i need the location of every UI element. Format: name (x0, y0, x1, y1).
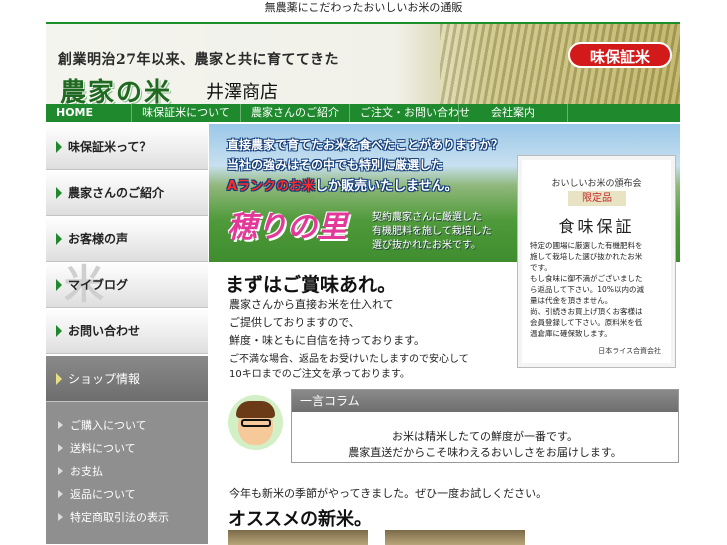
submenu-item-purchase[interactable]: ご購入について (46, 414, 208, 437)
recommend-title: オススメの新米。 (228, 509, 372, 530)
triangle-icon (58, 421, 63, 429)
limited-label: 限定品 (568, 191, 626, 206)
intro-paragraph: 10キロまでのご注文を承っております。 (229, 369, 410, 380)
sidebar-item-farmers[interactable]: 農家さんのご紹介 (46, 170, 208, 216)
nav-company[interactable]: 会社案内 (459, 104, 568, 122)
certificate-issuer: 日本ライス合資会社 (598, 347, 661, 355)
avatar-glasses (241, 419, 271, 427)
submenu-label: 送料について (70, 442, 136, 455)
hero-line-1: 直接農家で育てたお米を食べたことがありますか？ (227, 138, 504, 152)
arrow-icon (56, 233, 62, 245)
triangle-icon (58, 467, 63, 475)
submenu-item-shipping[interactable]: 送料について (46, 437, 208, 460)
certificate-line: 尚、引続きお買上げ頂くお客様は (530, 307, 643, 316)
certificate-line: 施して栽培した選び抜かれたお米 (530, 252, 643, 261)
arrow-icon (56, 279, 62, 291)
certificate-line: です。 (530, 263, 552, 272)
intro-paragraph: ご提供しておりますので、 (229, 316, 360, 329)
triangle-icon (58, 490, 63, 498)
submenu-item-legal[interactable]: 特定商取引法の表示 (46, 506, 208, 529)
staff-avatar (228, 395, 283, 450)
sidebar-item-voices[interactable]: お客様の声 (46, 216, 208, 262)
site-logo[interactable]: 農家の米 (60, 72, 172, 104)
nav-home[interactable]: HOME (46, 104, 132, 122)
header-slogan: 創業明治27年以来、農家と共に育ててきた (58, 52, 340, 68)
new-rice-note: 今年も新米の季節がやってきました。ぜひ一度お試しください。 (229, 487, 548, 500)
hero-line-2: 当社の強みはその中でも特別に厳選した (227, 158, 444, 172)
sidebar-item-about[interactable]: 味保証米って？ (46, 124, 208, 170)
nav-about-rice[interactable]: 味保証米について (132, 104, 241, 122)
quality-certificate: おいしいお米の頒布会 限定品 食味保証 特定の圃場に厳選した有機肥料を 施して栽… (517, 155, 676, 368)
sidebar-item-label: 農家さんのご紹介 (68, 186, 165, 200)
hero-desc-line: 選び抜かれたお米です。 (372, 240, 481, 251)
nav-farmers[interactable]: 農家さんのご紹介 (241, 104, 350, 122)
sidebar-item-label: お問い合わせ (68, 324, 141, 338)
product-logo: 穂りの里 (227, 210, 347, 245)
hero-highlight: Aランクのお米 (227, 179, 316, 194)
certificate-body: 特定の圃場に厳選した有機肥料を 施して栽培した選び抜かれたお米 です。 もし食味… (530, 240, 665, 339)
certificate-line: 温倉庫に確保致します。 (530, 329, 612, 338)
shop-name: 井澤商店 (206, 82, 278, 103)
certificate-header: おいしいお米の頒布会 (551, 179, 642, 189)
certificate-line: ら返品して下さい。10%以内の減 (530, 285, 644, 294)
sidebar-item-label: ショップ情報 (68, 372, 141, 386)
hero-line-3: Aランクのお米しか販売いたしません。 (227, 175, 458, 194)
submenu-label: お支払 (70, 465, 103, 478)
column-heading: 一言コラム (292, 390, 678, 412)
arrow-icon (56, 325, 62, 337)
arrow-icon (56, 187, 62, 199)
site-header: 創業明治27年以来、農家と共に育ててきた 農家の米 井澤商店 味保証米 (46, 22, 680, 104)
nav-order-contact[interactable]: ご注文・お問い合わせ (350, 104, 470, 122)
certificate-title: 食味保証 (558, 217, 635, 236)
page-tagline: 無農薬にこだわったおいしいお米の通販 (264, 1, 463, 14)
arrow-icon (56, 373, 62, 385)
column-line: お米は精米したての鮮度が一番です。 (392, 430, 578, 443)
arrow-icon (56, 141, 62, 153)
hero-line-3-rest: しか販売いたしません。 (315, 179, 458, 194)
rice-product-photo[interactable] (228, 530, 368, 545)
sidebar-item-blog[interactable]: 米 マイブログ (46, 262, 208, 308)
sidebar-item-label: 味保証米って？ (68, 140, 152, 154)
intro-paragraph: ご不満な場合、返品をお受けいたしますので安心して (229, 354, 469, 365)
section-title: まずはご賞味あれ。 (225, 274, 397, 296)
global-nav: HOME 味保証米について 農家さんのご紹介 ご注文・お問い合わせ 会社案内 (46, 104, 680, 122)
submenu-label: 特定商取引法の表示 (70, 511, 169, 524)
column-box: 一言コラム お米は精米したての鮮度が一番です。 農家直送だからこそ味わえるおいし… (291, 389, 679, 463)
intro-paragraph: 農家さんから直接お米を仕入れて (229, 298, 394, 311)
intro-paragraph: 鮮度・味ともに自信を持っております。 (229, 334, 426, 347)
submenu-item-returns[interactable]: 返品について (46, 483, 208, 506)
sidebar-item-label: マイブログ (68, 278, 129, 292)
rice-product-photo[interactable] (385, 530, 525, 545)
sidebar-item-label: お客様の声 (68, 232, 129, 246)
hero-desc-line: 契約農家さんに厳選した (372, 212, 482, 223)
submenu-label: 返品について (70, 488, 136, 501)
hero-desc-line: 有機肥料を施して栽培した (372, 226, 492, 237)
certificate-line: 会員登録して下さい。原料米を低 (530, 318, 643, 327)
triangle-icon (58, 444, 63, 452)
triangle-icon (58, 513, 63, 521)
shop-info-submenu: ご購入について 送料について お支払 返品について 特定商取引法の表示 (46, 402, 208, 544)
hero-description: 契約農家さんに厳選した 有機肥料を施して栽培した 選び抜かれたお米です。 (372, 211, 492, 253)
column-line: 農家直送だからこそ味わえるおいしさをお届けします。 (348, 446, 622, 459)
submenu-label: ご購入について (70, 419, 147, 432)
submenu-item-payment[interactable]: お支払 (46, 460, 208, 483)
guarantee-badge: 味保証米 (568, 42, 672, 68)
certificate-line: もし食味に御不満がございました (530, 274, 643, 283)
avatar-hair (236, 401, 275, 418)
sidebar-item-shop-info[interactable]: ショップ情報 (46, 356, 208, 402)
sidebar: 味保証米って？ 農家さんのご紹介 お客様の声 米 マイブログ お問い合わせ ショ… (46, 124, 208, 544)
sidebar-item-contact[interactable]: お問い合わせ (46, 308, 208, 354)
certificate-line: 量は代金を頂きません。 (530, 296, 613, 305)
certificate-line: 特定の圃場に厳選した有機肥料を (530, 241, 643, 250)
